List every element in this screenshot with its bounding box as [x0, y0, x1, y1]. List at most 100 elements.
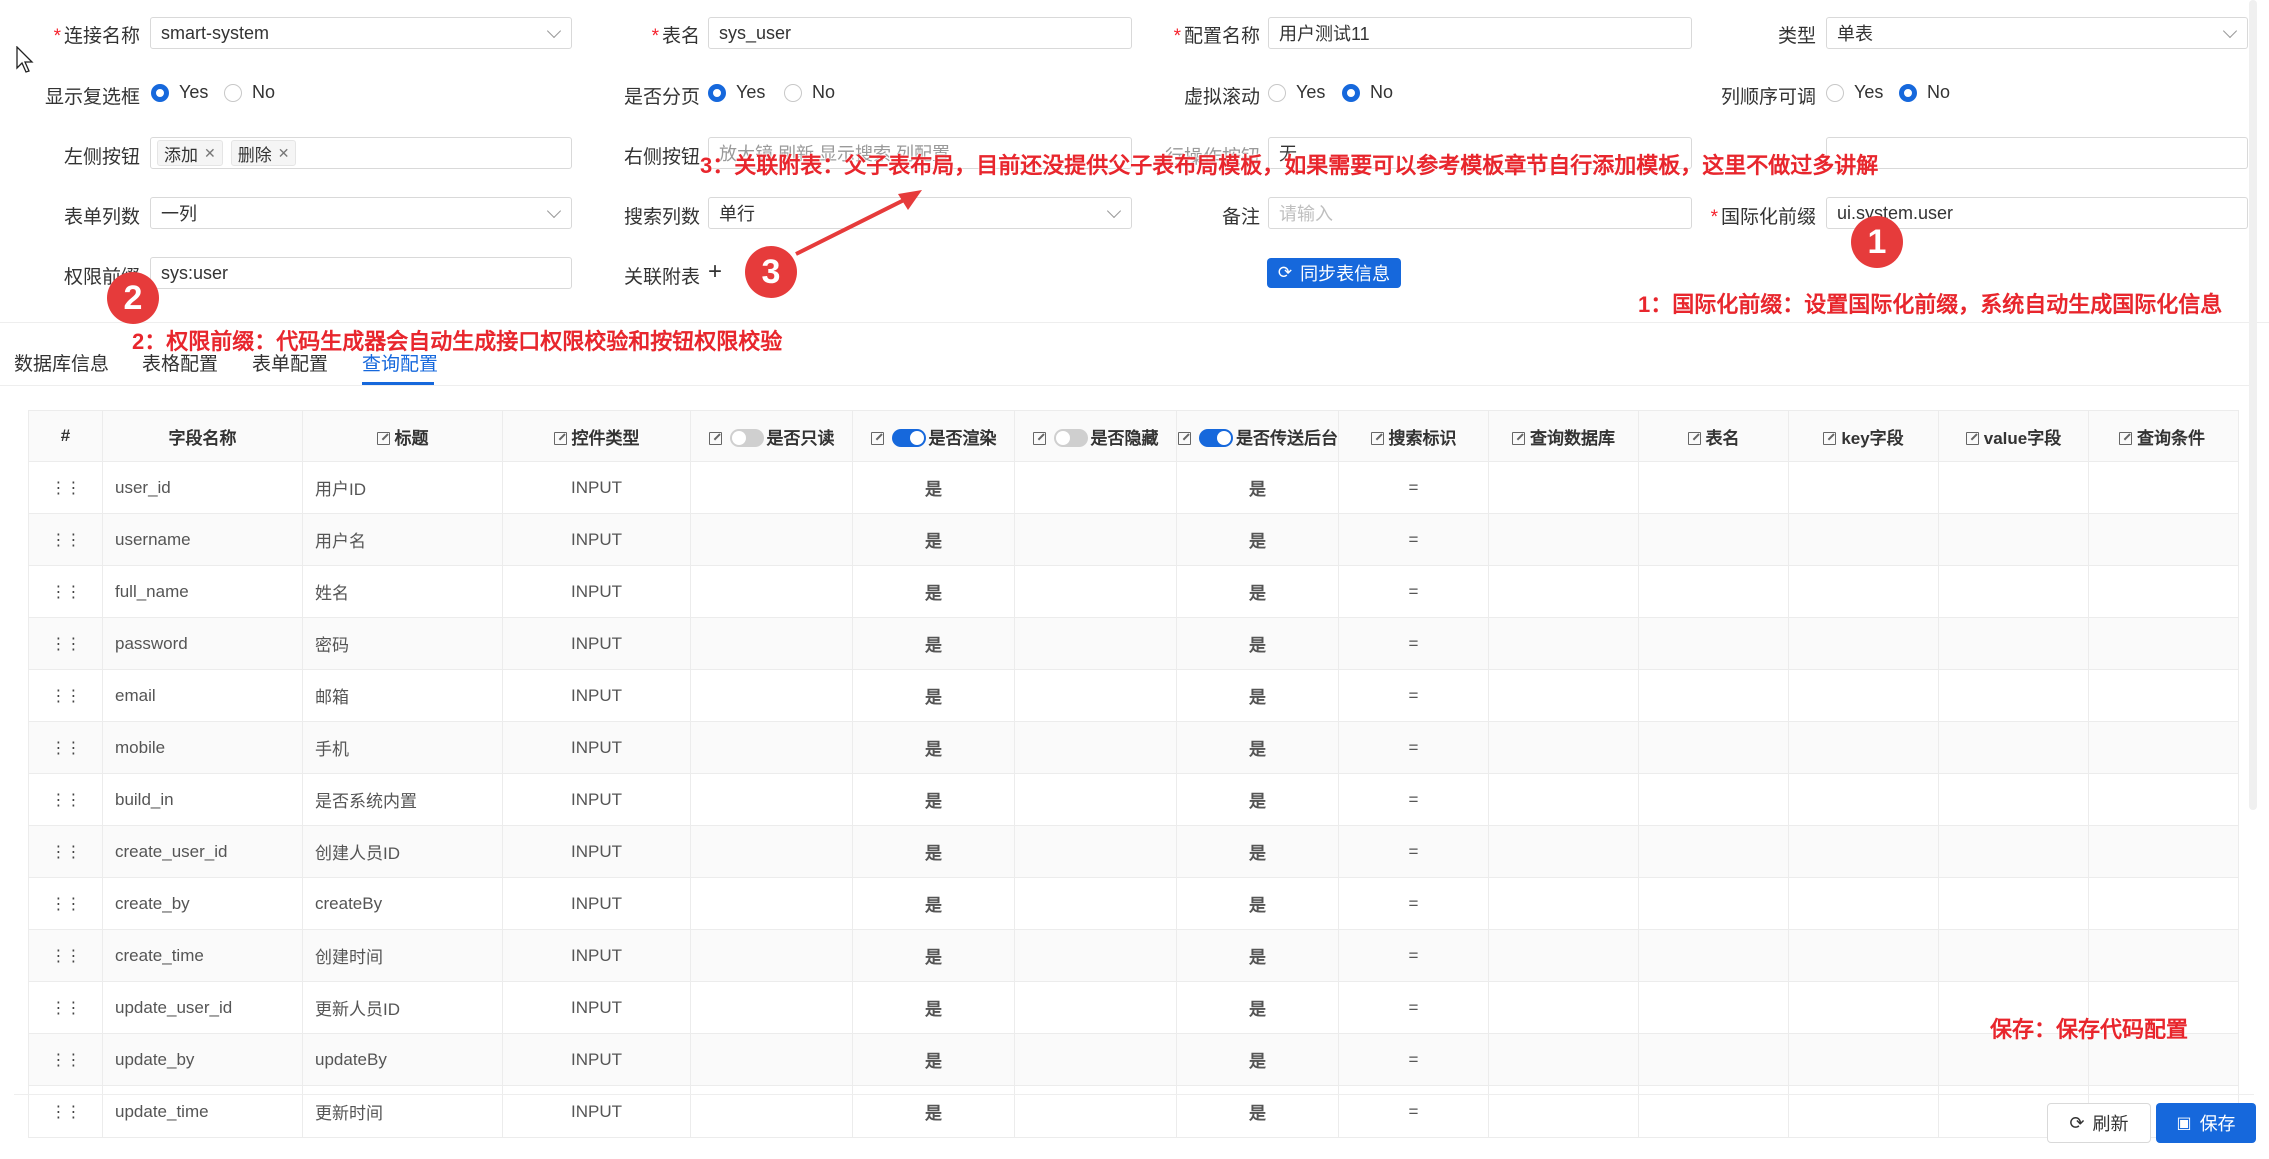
config-name-input[interactable]: 用户测试11	[1268, 17, 1692, 49]
save-button[interactable]: ▣ 保存	[2156, 1103, 2256, 1143]
close-icon[interactable]: ✕	[278, 145, 290, 162]
cell-table-name	[1638, 825, 1789, 878]
table-row[interactable]: ⋮⋮ create_time 创建时间 INPUT 是是 =	[28, 929, 2239, 982]
chevron-down-icon	[2222, 23, 2238, 39]
left-buttons-select[interactable]: 添加 ✕ 删除 ✕	[150, 137, 572, 169]
cell-value	[1938, 929, 2089, 982]
add-related-button[interactable]: +	[708, 258, 722, 286]
table-row[interactable]: ⋮⋮ mobile 手机 INPUT 是是 =	[28, 721, 2239, 774]
drag-handle-icon[interactable]: ⋮⋮	[28, 669, 103, 722]
edit-icon[interactable]	[553, 431, 567, 445]
cell-key	[1788, 461, 1939, 514]
edit-icon[interactable]	[1687, 431, 1701, 445]
cell-send: 是	[1176, 565, 1339, 618]
form-cols-select[interactable]: 一列	[150, 197, 572, 229]
send-toggle[interactable]	[1199, 428, 1233, 447]
drag-handle-icon[interactable]: ⋮⋮	[28, 929, 103, 982]
cell-send: 是	[1176, 513, 1339, 566]
table-name-input[interactable]: sys_user	[708, 17, 1132, 49]
table-row[interactable]: ⋮⋮ username 用户名 INPUT 是是 =	[28, 513, 2239, 566]
cell-render: 是	[852, 981, 1015, 1034]
perm-prefix-input[interactable]: sys:user	[150, 257, 572, 289]
conn-label: * 连接名称	[53, 26, 140, 47]
scrollbar[interactable]	[2249, 0, 2257, 810]
annotation-badge-2: 2	[107, 272, 159, 324]
table-row[interactable]: ⋮⋮ password 密码 INPUT 是是 =	[28, 617, 2239, 670]
col-order-no-radio[interactable]: No	[1899, 82, 1950, 103]
remark-input[interactable]: 请输入	[1268, 197, 1692, 229]
cell-table-name	[1638, 773, 1789, 826]
cell-send: 是	[1176, 1033, 1339, 1086]
footer-border	[14, 1094, 2254, 1095]
edit-icon[interactable]	[870, 431, 884, 445]
col-header-condition: 查询条件	[2088, 410, 2239, 462]
table-row[interactable]: ⋮⋮ update_by updateBy INPUT 是是 =	[28, 1033, 2239, 1086]
edit-icon[interactable]	[1965, 431, 1979, 445]
extra-select[interactable]	[1826, 137, 2248, 169]
drag-handle-icon[interactable]: ⋮⋮	[28, 461, 103, 514]
show-checkbox-no-radio[interactable]: No	[224, 82, 275, 103]
table-row[interactable]: ⋮⋮ create_by createBy INPUT 是是 =	[28, 877, 2239, 930]
type-label: 类型	[1777, 26, 1816, 47]
divider	[0, 322, 2269, 323]
drag-handle-icon[interactable]: ⋮⋮	[28, 721, 103, 774]
cell-hidden	[1014, 461, 1177, 514]
drag-handle-icon[interactable]: ⋮⋮	[28, 981, 103, 1034]
cell-title: 邮箱	[302, 669, 503, 722]
paging-no-radio[interactable]: No	[784, 82, 835, 103]
cell-query-db	[1488, 669, 1639, 722]
cell-query-db	[1488, 929, 1639, 982]
cell-control: INPUT	[502, 877, 691, 930]
paging-yes-radio[interactable]: Yes	[708, 82, 765, 103]
edit-icon[interactable]	[1370, 431, 1384, 445]
virtual-scroll-no-radio[interactable]: No	[1342, 82, 1393, 103]
edit-icon[interactable]	[1178, 431, 1191, 445]
cell-value	[1938, 773, 2089, 826]
edit-icon[interactable]	[708, 431, 722, 445]
tag-delete[interactable]: 删除 ✕	[230, 140, 297, 166]
tag-add[interactable]: 添加 ✕	[157, 140, 223, 166]
table-row[interactable]: ⋮⋮ create_user_id 创建人员ID INPUT 是是 =	[28, 825, 2239, 878]
drag-handle-icon[interactable]: ⋮⋮	[28, 617, 103, 670]
edit-icon[interactable]	[1512, 431, 1525, 445]
table-row[interactable]: ⋮⋮ build_in 是否系统内置 INPUT 是是 =	[28, 773, 2239, 826]
show-checkbox-yes-radio[interactable]: Yes	[151, 82, 208, 103]
col-header-key: key字段	[1788, 410, 1939, 462]
cell-hidden	[1014, 513, 1177, 566]
readonly-toggle[interactable]	[729, 428, 764, 447]
table-row[interactable]: ⋮⋮ email 邮箱 INPUT 是是 =	[28, 669, 2239, 722]
conn-select[interactable]: smart-system	[150, 17, 572, 49]
cell-send: 是	[1176, 877, 1339, 930]
drag-handle-icon[interactable]: ⋮⋮	[28, 877, 103, 930]
cell-query-db	[1488, 513, 1639, 566]
refresh-button[interactable]: ⟳ 刷新	[2047, 1103, 2151, 1143]
edit-icon[interactable]	[1032, 431, 1046, 445]
edit-icon[interactable]	[376, 431, 390, 445]
cell-send: 是	[1176, 773, 1339, 826]
type-select[interactable]: 单表	[1826, 17, 2248, 49]
edit-icon[interactable]	[1823, 431, 1837, 445]
cell-value	[1938, 617, 2089, 670]
table-header-row: # 字段名称 标题 控件类型 是否只读 是否渲染 是否隐藏 是否传送后台 搜索标…	[28, 410, 2239, 462]
table-row[interactable]: ⋮⋮ update_user_id 更新人员ID INPUT 是是 =	[28, 981, 2239, 1034]
drag-handle-icon[interactable]: ⋮⋮	[28, 565, 103, 618]
drag-handle-icon[interactable]: ⋮⋮	[28, 513, 103, 566]
drag-handle-icon[interactable]: ⋮⋮	[28, 1033, 103, 1086]
table-row[interactable]: ⋮⋮ user_id 用户ID INPUT 是是 =	[28, 461, 2239, 514]
query-config-table: # 字段名称 标题 控件类型 是否只读 是否渲染 是否隐藏 是否传送后台 搜索标…	[28, 410, 2239, 1138]
close-icon[interactable]: ✕	[204, 145, 216, 162]
hidden-toggle[interactable]	[1053, 428, 1088, 447]
annotation-arrow	[795, 190, 922, 256]
table-row[interactable]: ⋮⋮ full_name 姓名 INPUT 是是 =	[28, 565, 2239, 618]
col-order-yes-radio[interactable]: Yes	[1826, 82, 1883, 103]
drag-handle-icon[interactable]: ⋮⋮	[28, 825, 103, 878]
cell-field: update_by	[102, 1033, 303, 1086]
annotation-note-3: 3：关联附表：父子表布局，目前还没提供父子表布局模板，如果需要可以参考模板章节自…	[700, 153, 1879, 178]
drag-handle-icon[interactable]: ⋮⋮	[28, 773, 103, 826]
cell-hidden	[1014, 773, 1177, 826]
sync-table-button[interactable]: ⟳ 同步表信息	[1267, 258, 1401, 288]
edit-icon[interactable]	[2119, 431, 2132, 445]
render-toggle[interactable]	[891, 428, 926, 447]
tab-database-info[interactable]: 数据库信息	[14, 349, 109, 376]
virtual-scroll-yes-radio[interactable]: Yes	[1268, 82, 1325, 103]
